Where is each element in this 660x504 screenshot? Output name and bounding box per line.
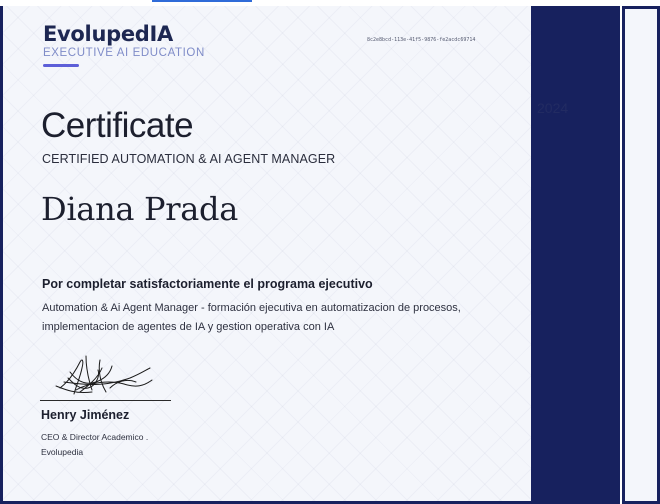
recipient-name: Diana Prada xyxy=(41,190,238,228)
signer-title: CEO & Director Academico . xyxy=(41,432,149,442)
certificate-subtitle: CERTIFIED AUTOMATION & AI AGENT MANAGER xyxy=(42,152,336,166)
program-description: Automation & Ai Agent Manager - formació… xyxy=(42,302,461,333)
signer-role: CEO & Director Academico . Evolupedia xyxy=(41,430,181,460)
signature-image xyxy=(55,355,153,395)
back-sheet-year: 2024 xyxy=(537,100,569,116)
back-certificate-sheet xyxy=(620,6,660,504)
certificate-title: Certificate xyxy=(41,106,194,145)
back-sheet-border xyxy=(622,6,660,504)
certificate-id: 8c2e8bcd-113e-41f5-9876-fe2acdc69714 xyxy=(367,37,476,43)
brand-tagline: EXECUTIVE AI EDUCATION xyxy=(43,47,205,59)
completion-heading: Por completar satisfactoriamente el prog… xyxy=(42,277,373,291)
brand-name: EvolupedIA xyxy=(43,22,173,46)
certificate: EvolupedIA EXECUTIVE AI EDUCATION 8c2e8b… xyxy=(0,6,534,504)
signer-name: Henry Jiménez xyxy=(41,408,130,422)
brand-underline xyxy=(43,64,79,67)
signer-organization: Evolupedia xyxy=(41,447,84,457)
signature-line xyxy=(40,400,171,401)
brand-logo: EvolupedIA EXECUTIVE AI EDUCATION xyxy=(43,22,205,67)
top-accent-bar xyxy=(152,0,252,2)
